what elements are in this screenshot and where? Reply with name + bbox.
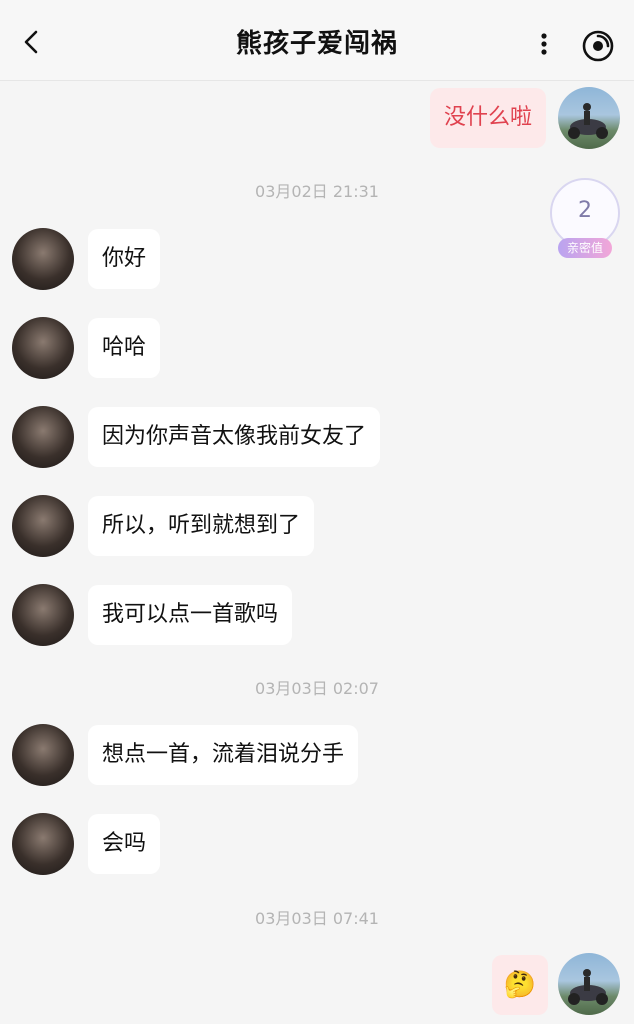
motorcycle-avatar-image xyxy=(568,103,608,139)
my-avatar[interactable] xyxy=(558,87,620,149)
message-bubble-received[interactable]: 哈哈 xyxy=(88,318,161,378)
intimacy-label: 亲密值 xyxy=(558,238,612,258)
more-options-button[interactable] xyxy=(530,26,558,62)
profile-target-button[interactable] xyxy=(580,28,616,64)
target-icon xyxy=(582,30,614,62)
motorcycle-avatar-image xyxy=(568,969,608,1005)
timestamp: 03月03日 02:07 xyxy=(255,679,379,698)
chat-header: 熊孩子爱闯祸 xyxy=(0,0,634,81)
message-bubble-received[interactable]: 所以，听到就想到了 xyxy=(88,496,315,556)
timestamp: 03月03日 07:41 xyxy=(255,909,379,928)
contact-avatar[interactable] xyxy=(12,813,74,875)
message-bubble-received[interactable]: 会吗 xyxy=(88,814,161,874)
message-bubble-received[interactable]: 我可以点一首歌吗 xyxy=(88,585,293,645)
contact-avatar[interactable] xyxy=(12,406,74,468)
contact-avatar[interactable] xyxy=(12,724,74,786)
contact-avatar[interactable] xyxy=(12,584,74,646)
intimacy-value: 2 xyxy=(578,198,592,223)
my-avatar[interactable] xyxy=(558,953,620,1015)
intimacy-badge[interactable]: 2 亲密值 xyxy=(550,178,620,258)
contact-avatar[interactable] xyxy=(12,228,74,290)
message-bubble-received[interactable]: 因为你声音太像我前女友了 xyxy=(88,407,381,467)
contact-avatar[interactable] xyxy=(12,495,74,557)
timestamp: 03月02日 21:31 xyxy=(255,182,379,201)
message-bubble-sent[interactable]: 没什么啦 xyxy=(429,88,546,148)
message-bubble-sent-emoji[interactable]: 🤔 xyxy=(492,955,548,1015)
message-bubble-received[interactable]: 你好 xyxy=(88,229,161,289)
more-vertical-icon xyxy=(541,33,547,55)
message-bubble-received[interactable]: 想点一首，流着泪说分手 xyxy=(88,725,359,785)
contact-avatar[interactable] xyxy=(12,317,74,379)
